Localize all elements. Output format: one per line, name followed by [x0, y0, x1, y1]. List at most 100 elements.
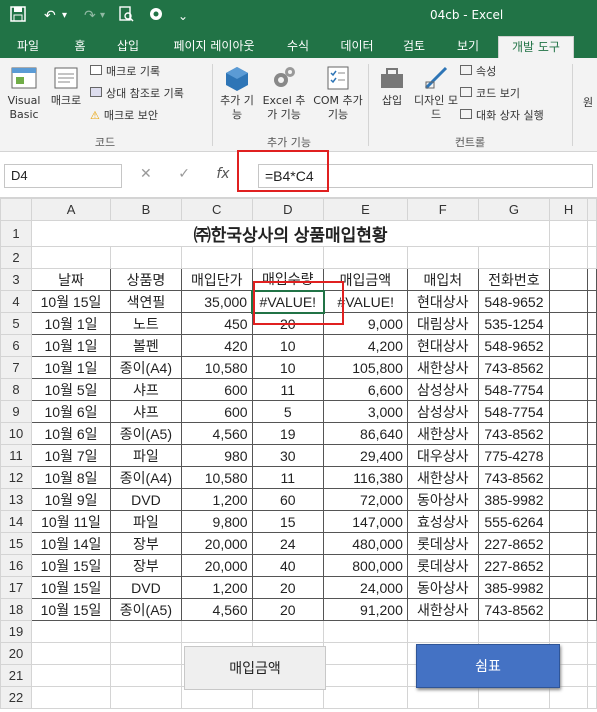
cell[interactable] [31, 686, 111, 709]
table-cell[interactable]: 새한상사 [406, 356, 479, 379]
table-cell[interactable]: 60 [251, 488, 325, 511]
row-header[interactable]: 15 [0, 532, 33, 555]
sheet-title[interactable]: ㈜한국상사의 상품매입현황 [31, 220, 551, 247]
table-cell[interactable]: 24,000 [323, 576, 408, 599]
cell[interactable] [549, 422, 588, 445]
cell[interactable] [587, 664, 597, 687]
design-mode-button[interactable]: 디자인 모드 [414, 64, 458, 122]
tab-insert[interactable]: 삽입 [108, 36, 148, 58]
column-header[interactable]: B [109, 198, 182, 221]
table-cell[interactable]: 롯데상사 [406, 532, 479, 555]
table-cell[interactable]: 10월 1일 [31, 356, 111, 379]
row-header[interactable]: 1 [0, 220, 33, 247]
table-cell[interactable]: 동아상사 [406, 488, 479, 511]
row-header[interactable]: 11 [0, 444, 33, 467]
table-cell[interactable]: 535-1254 [477, 312, 551, 335]
table-cell[interactable]: 72,000 [323, 488, 408, 511]
table-cell[interactable]: 548-9652 [477, 290, 551, 313]
cell[interactable] [587, 312, 597, 335]
row-header[interactable]: 8 [0, 378, 33, 401]
excel-addins-button[interactable]: Excel 추가 기능 [258, 64, 310, 122]
table-cell[interactable]: 147,000 [323, 510, 408, 533]
column-header[interactable]: E [323, 198, 408, 221]
table-cell[interactable]: 29,400 [323, 444, 408, 467]
cell[interactable] [549, 444, 588, 467]
table-cell[interactable]: DVD [109, 576, 182, 599]
cell[interactable] [323, 620, 408, 643]
table-header-cell[interactable]: 전화번호 [477, 268, 551, 291]
cell[interactable] [31, 246, 111, 269]
table-cell[interactable]: 종이(A5) [109, 422, 182, 445]
table-cell[interactable]: 227-8652 [477, 532, 551, 555]
cell[interactable] [549, 686, 588, 709]
table-cell[interactable]: 새한상사 [406, 422, 479, 445]
cell[interactable] [587, 642, 597, 665]
table-cell[interactable]: 새한상사 [406, 466, 479, 489]
cell[interactable] [323, 642, 408, 665]
row-header[interactable]: 9 [0, 400, 33, 423]
table-cell[interactable]: 10월 15일 [31, 290, 111, 313]
cell[interactable] [31, 664, 111, 687]
cell[interactable] [109, 686, 182, 709]
table-cell[interactable]: 샤프 [109, 400, 182, 423]
table-cell[interactable]: 743-8562 [477, 356, 551, 379]
cell[interactable] [549, 488, 588, 511]
record-macro-button[interactable]: 매크로 기록 [90, 64, 160, 80]
table-cell[interactable]: 롯데상사 [406, 554, 479, 577]
table-cell[interactable]: 30 [251, 444, 325, 467]
cell[interactable] [549, 554, 588, 577]
cell[interactable] [549, 510, 588, 533]
comma-style-button[interactable]: 쉼표 [416, 644, 560, 688]
cell[interactable] [549, 334, 588, 357]
table-cell[interactable]: 장부 [109, 532, 182, 555]
table-cell[interactable]: 600 [180, 400, 253, 423]
cell[interactable] [587, 220, 597, 247]
table-cell[interactable]: 종이(A4) [109, 356, 182, 379]
table-cell[interactable]: 삼성상사 [406, 378, 479, 401]
table-cell[interactable]: 20 [251, 576, 325, 599]
cell[interactable] [323, 686, 408, 709]
row-header[interactable]: 3 [0, 268, 33, 291]
table-cell[interactable]: 삼성상사 [406, 400, 479, 423]
cell[interactable] [587, 356, 597, 379]
cell[interactable] [406, 686, 479, 709]
cell[interactable] [549, 290, 588, 313]
table-cell[interactable]: 10월 15일 [31, 576, 111, 599]
cell[interactable] [587, 378, 597, 401]
row-header[interactable]: 4 [0, 290, 33, 313]
tab-page-layout[interactable]: 페이지 레이아웃 [162, 36, 266, 58]
redo-icon[interactable]: ↷ [84, 6, 96, 26]
row-header[interactable]: 10 [0, 422, 33, 445]
table-cell[interactable]: 장부 [109, 554, 182, 577]
cell[interactable] [587, 444, 597, 467]
row-header[interactable]: 13 [0, 488, 33, 511]
cell[interactable] [549, 400, 588, 423]
table-cell[interactable]: 종이(A5) [109, 598, 182, 621]
row-header[interactable]: 7 [0, 356, 33, 379]
table-cell[interactable]: 10,580 [180, 466, 253, 489]
table-cell[interactable]: 227-8652 [477, 554, 551, 577]
table-cell[interactable]: 현대상사 [406, 290, 479, 313]
table-cell[interactable]: 24 [251, 532, 325, 555]
cell[interactable] [587, 290, 597, 313]
table-cell[interactable]: DVD [109, 488, 182, 511]
cell[interactable] [587, 246, 597, 269]
column-header[interactable]: H [549, 198, 588, 221]
row-header[interactable]: 18 [0, 598, 33, 621]
cell[interactable] [251, 620, 325, 643]
table-cell[interactable]: 980 [180, 444, 253, 467]
table-cell[interactable]: 385-9982 [477, 576, 551, 599]
run-dialog-button[interactable]: 대화 상자 실행 [460, 108, 544, 124]
cell[interactable] [31, 620, 111, 643]
table-cell[interactable]: 10월 1일 [31, 312, 111, 335]
tab-formulas[interactable]: 수식 [278, 36, 318, 58]
table-cell[interactable]: 11 [251, 466, 325, 489]
cell[interactable] [180, 246, 253, 269]
table-cell[interactable]: 4,200 [323, 334, 408, 357]
cell[interactable] [549, 356, 588, 379]
table-cell[interactable]: 35,000 [180, 290, 253, 313]
cell[interactable] [549, 220, 588, 247]
cell[interactable] [406, 620, 479, 643]
cell[interactable] [323, 246, 408, 269]
table-cell[interactable]: 색연필 [109, 290, 182, 313]
